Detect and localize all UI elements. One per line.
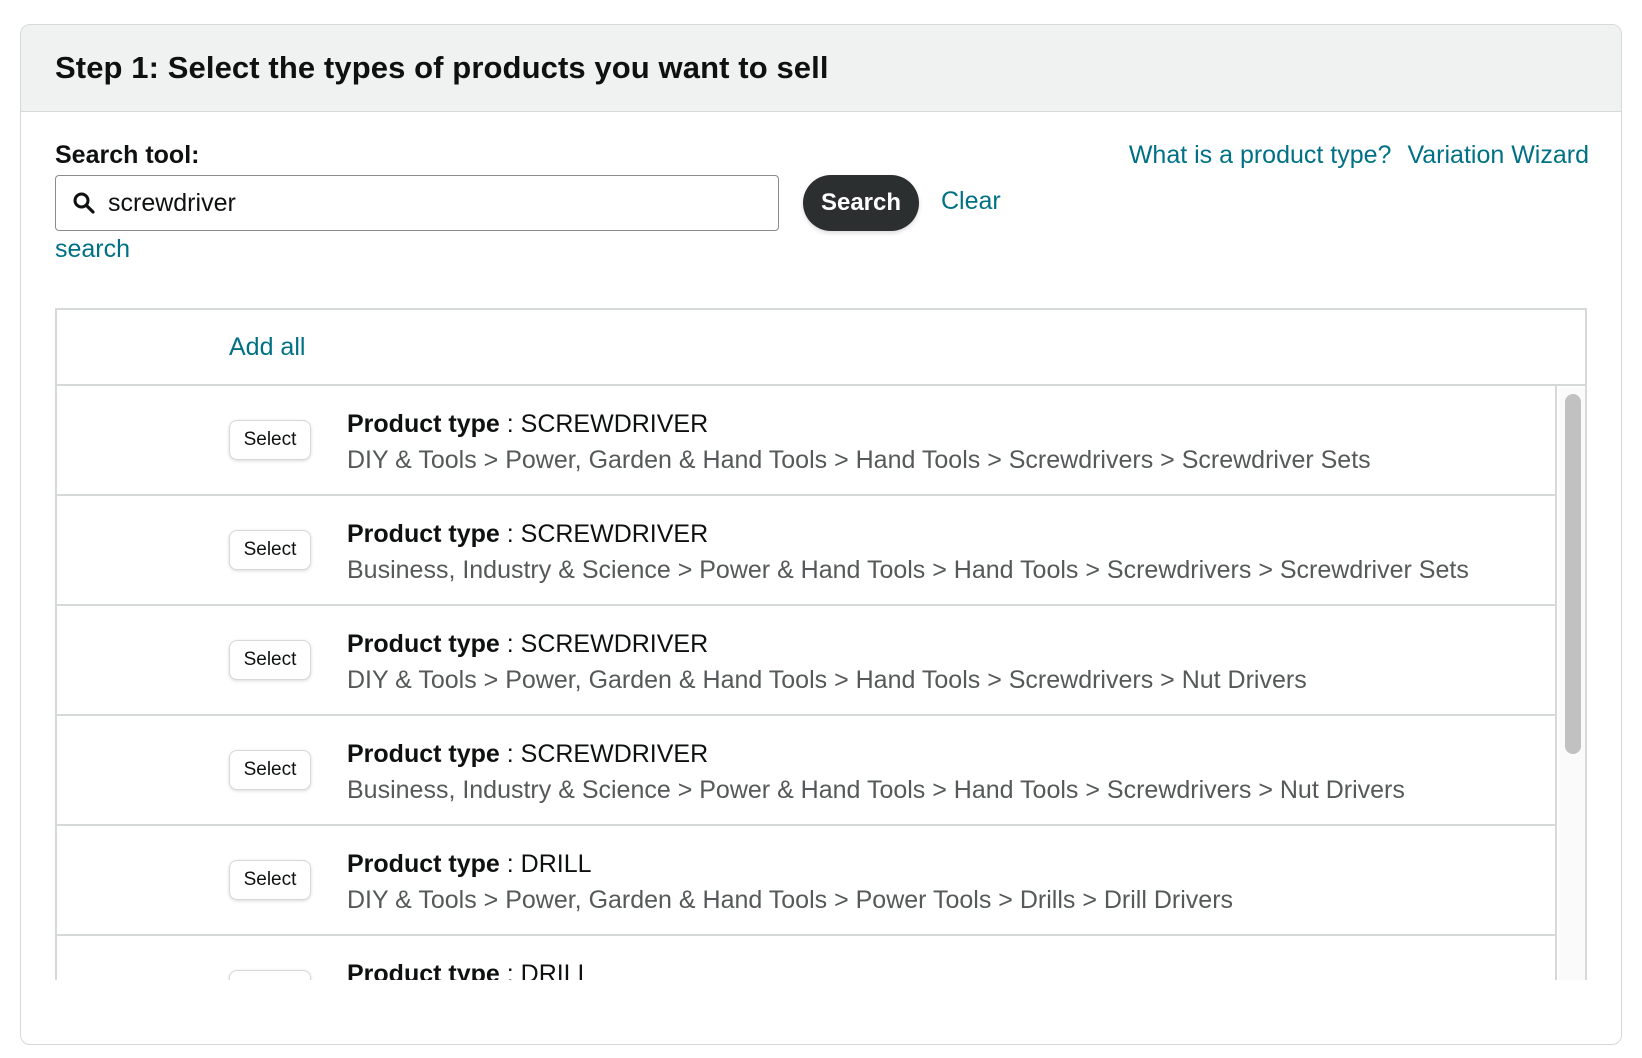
select-button[interactable]: Select — [229, 750, 311, 790]
row-text: Product type : SCREWDRIVER DIY & Tools >… — [347, 626, 1307, 698]
product-type-label: Product type — [347, 740, 500, 768]
scrollbar-thumb[interactable] — [1565, 394, 1581, 754]
select-button[interactable]: Select — [229, 420, 311, 460]
product-type-value: SCREWDRIVER — [520, 630, 709, 658]
product-type-label: Product type — [347, 410, 500, 438]
product-type-label: Product type — [347, 520, 500, 548]
list-item: Select Product type : SCREWDRIVER Busine… — [57, 716, 1557, 826]
product-type-value: SCREWDRIVER — [520, 740, 709, 768]
variation-wizard-link[interactable]: Variation Wizard — [1407, 141, 1589, 170]
product-type-value: DRILL — [520, 960, 592, 980]
product-type-value: SCREWDRIVER — [520, 410, 709, 438]
separator: : — [499, 630, 521, 658]
separator: : — [499, 520, 521, 548]
separator: : — [499, 960, 521, 980]
search-label: Search tool: — [55, 141, 200, 169]
list-item: Select Product type : SCREWDRIVER DIY & … — [57, 386, 1557, 496]
category-path: DIY & Tools > Power, Garden & Hand Tools… — [347, 446, 1371, 474]
search-link[interactable]: search — [55, 235, 130, 264]
select-button[interactable]: Select — [229, 530, 311, 570]
separator: : — [499, 850, 521, 878]
help-links: What is a product type? Variation Wizard — [1129, 141, 1589, 170]
category-path: DIY & Tools > Power, Garden & Hand Tools… — [347, 666, 1307, 694]
product-type-help-link[interactable]: What is a product type? — [1129, 141, 1392, 170]
results-list[interactable]: Select Product type : SCREWDRIVER DIY & … — [57, 386, 1557, 980]
search-box[interactable] — [55, 175, 779, 231]
row-text: Product type : SCREWDRIVER Business, Ind… — [347, 736, 1405, 808]
step-panel: Step 1: Select the types of products you… — [20, 24, 1622, 1045]
results-table: Add all Select Product type : SCREWDRIVE… — [55, 308, 1587, 980]
panel-header: Step 1: Select the types of products you… — [21, 25, 1621, 112]
category-path: Business, Industry & Science > Power & H… — [347, 556, 1469, 584]
separator: : — [499, 410, 521, 438]
separator: : — [499, 740, 521, 768]
results-header: Add all — [57, 310, 1585, 386]
product-type-value: SCREWDRIVER — [520, 520, 709, 548]
row-text: Product type : SCREWDRIVER Business, Ind… — [347, 516, 1469, 588]
search-input[interactable] — [108, 188, 708, 218]
row-text: Product type : SCREWDRIVER DIY & Tools >… — [347, 406, 1371, 478]
page-title: Step 1: Select the types of products you… — [55, 50, 829, 85]
product-type-label: Product type — [347, 630, 500, 658]
select-button[interactable]: Select — [229, 640, 311, 680]
category-path: DIY & Tools > Power, Garden & Hand Tools… — [347, 886, 1234, 914]
product-type-label: Product type — [347, 850, 500, 878]
clear-link[interactable]: Clear — [941, 187, 1001, 216]
select-button[interactable]: Select — [229, 860, 311, 900]
select-button[interactable]: Select — [229, 970, 311, 980]
search-icon — [73, 192, 95, 214]
product-type-value: DRILL — [520, 850, 592, 878]
list-item: Select Product type : DRILL DIY & Tools … — [57, 826, 1557, 936]
search-button[interactable]: Search — [803, 175, 919, 231]
category-path: Business, Industry & Science > Power & H… — [347, 776, 1405, 804]
list-item: Select Product type : SCREWDRIVER Busine… — [57, 496, 1557, 606]
list-item: Select Product type : SCREWDRIVER DIY & … — [57, 606, 1557, 716]
list-item: Select Product type : DRILL — [57, 936, 1557, 980]
row-text: Product type : DRILL — [347, 956, 592, 980]
product-type-label: Product type — [347, 960, 500, 980]
row-text: Product type : DRILL DIY & Tools > Power… — [347, 846, 1233, 918]
add-all-link[interactable]: Add all — [229, 333, 305, 362]
